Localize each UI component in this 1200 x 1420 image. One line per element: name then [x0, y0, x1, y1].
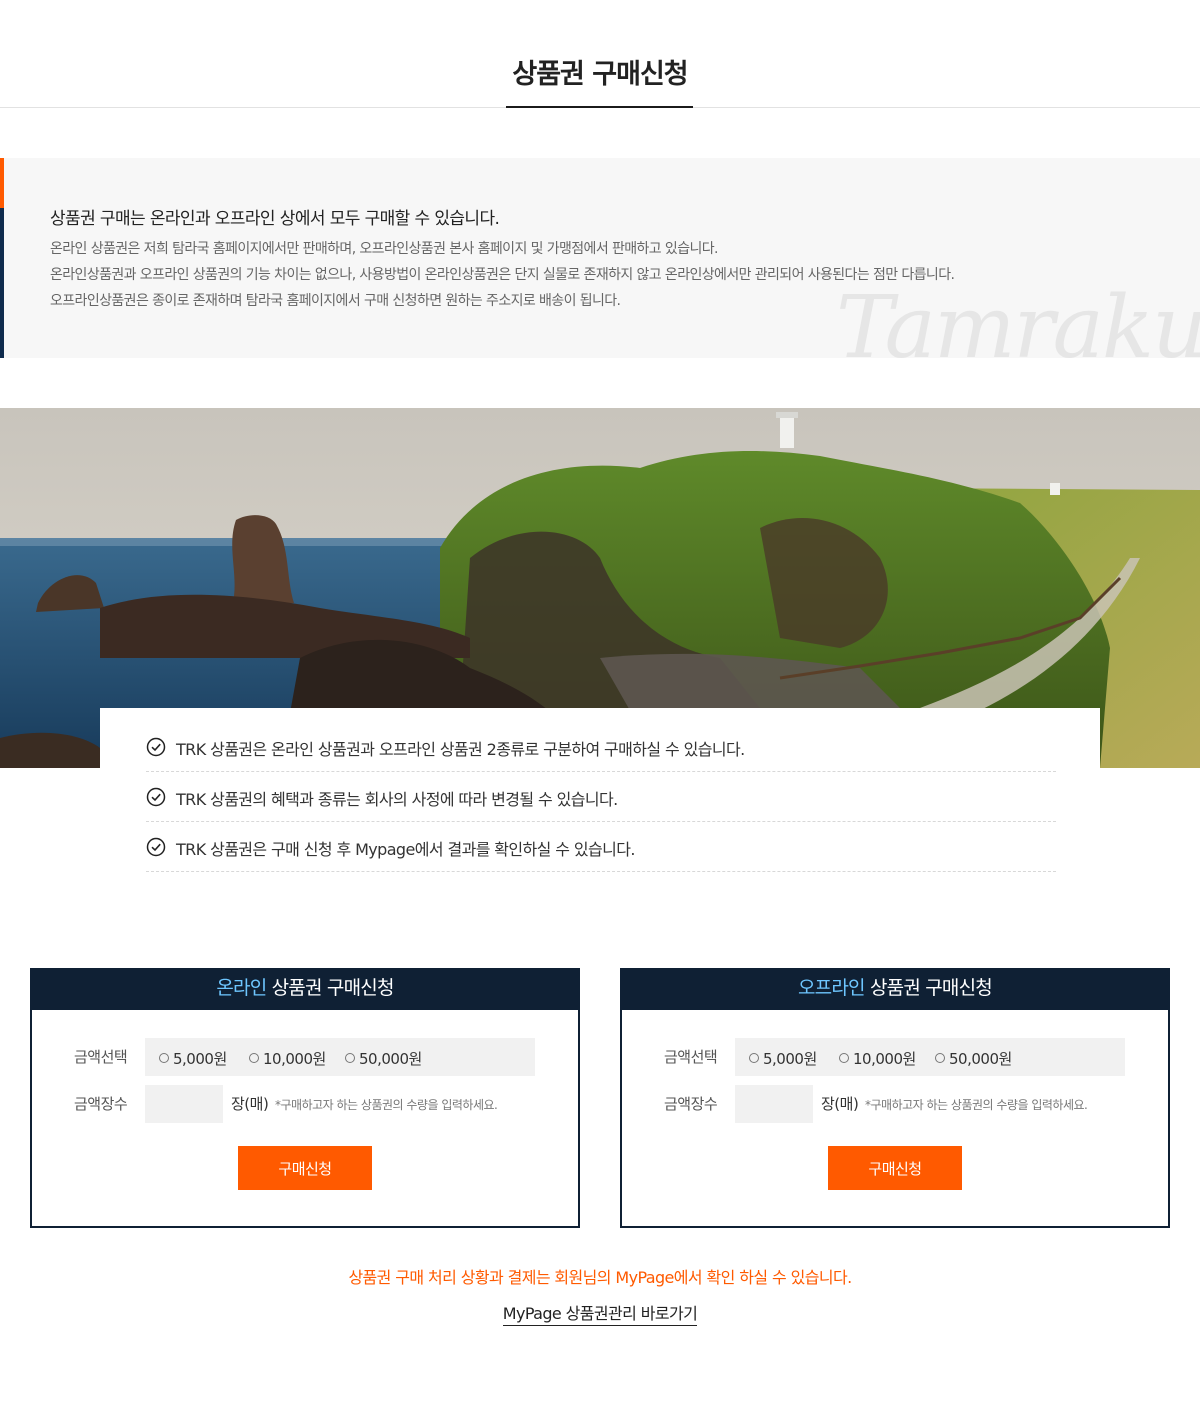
amount-options: 5,000원 10,000원 50,000원	[735, 1038, 1125, 1076]
check-circle-icon	[146, 837, 166, 857]
amount-radio-5000[interactable]: 5,000원	[159, 1048, 227, 1069]
quantity-unit: 장(매)	[821, 1095, 859, 1113]
intro-accent-bar-navy	[0, 208, 4, 358]
notice-item: TRK 상품권은 구매 신청 후 Mypage에서 결과를 확인하실 수 있습니…	[146, 822, 1056, 872]
panel-title-accent: 오프라인	[798, 977, 866, 999]
mypage-notice: 상품권 구매 처리 상황과 결제는 회원님의 MyPage에서 확인 하실 수 …	[348, 1268, 852, 1287]
quantity-label: 금액장수	[74, 1095, 128, 1113]
radio-circle-icon	[749, 1052, 759, 1063]
check-circle-icon	[146, 787, 166, 807]
notice-text: TRK 상품권의 혜택과 종류는 회사의 사정에 따라 변경될 수 있습니다.	[176, 790, 618, 809]
quantity-unit: 장(매)	[231, 1095, 269, 1113]
page-header: 상품권 구매신청	[0, 0, 1200, 108]
amount-radio-5000[interactable]: 5,000원	[749, 1048, 817, 1069]
order-button[interactable]: 구매신청	[828, 1146, 962, 1190]
radio-circle-icon	[839, 1052, 849, 1063]
quantity-hint: *구매하고자 하는 상품권의 수량을 입력하세요.	[275, 1098, 498, 1112]
panel-title-rest: 상품권 구매신청	[864, 977, 993, 999]
radio-circle-icon	[345, 1052, 355, 1063]
amount-radio-10000[interactable]: 10,000원	[839, 1048, 916, 1069]
intro-line: 온라인상품권과 오프라인 상품권의 기능 차이는 없으나, 사용방법이 온라인상…	[50, 267, 955, 283]
amount-select-label: 금액선택	[74, 1048, 128, 1066]
radio-circle-icon	[159, 1052, 169, 1063]
radio-circle-icon	[249, 1052, 259, 1063]
notice-text: TRK 상품권은 온라인 상품권과 오프라인 상품권 2종류로 구분하여 구매하…	[176, 740, 745, 759]
intro-heading: 상품권 구매는 온라인과 오프라인 상에서 모두 구매할 수 있습니다.	[50, 209, 500, 229]
amount-options: 5,000원 10,000원 50,000원	[145, 1038, 535, 1076]
check-circle-icon	[146, 737, 166, 757]
intro-box: Tamrakuk 상품권 구매는 온라인과 오프라인 상에서 모두 구매할 수 …	[0, 158, 1200, 358]
panel-title: 오프라인 상품권 구매신청	[620, 968, 1170, 1010]
online-voucher-panel: 온라인 상품권 구매신청 금액선택 5,000원 10,000원 50,000원…	[30, 968, 580, 1228]
intro-line: 오프라인상품권은 종이로 존재하며 탐라국 홈페이지에서 구매 신청하면 원하는…	[50, 293, 621, 309]
radio-circle-icon	[935, 1052, 945, 1063]
notice-item: TRK 상품권의 혜택과 종류는 회사의 사정에 따라 변경될 수 있습니다.	[146, 772, 1056, 822]
amount-radio-50000[interactable]: 50,000원	[345, 1048, 422, 1069]
notice-item: TRK 상품권은 온라인 상품권과 오프라인 상품권 2종류로 구분하여 구매하…	[146, 722, 1056, 772]
notice-card: TRK 상품권은 온라인 상품권과 오프라인 상품권 2종류로 구분하여 구매하…	[100, 708, 1100, 886]
amount-select-label: 금액선택	[664, 1048, 718, 1066]
quantity-input[interactable]	[145, 1085, 223, 1123]
notice-text: TRK 상품권은 구매 신청 후 Mypage에서 결과를 확인하실 수 있습니…	[176, 840, 635, 859]
panel-title: 온라인 상품권 구매신청	[30, 968, 580, 1010]
title-underline	[506, 106, 693, 108]
intro-accent-bar-orange	[0, 158, 4, 208]
amount-radio-10000[interactable]: 10,000원	[249, 1048, 326, 1069]
panel-title-rest: 상품권 구매신청	[266, 977, 395, 999]
quantity-label: 금액장수	[664, 1095, 718, 1113]
panel-title-accent: 온라인	[216, 977, 267, 999]
mypage-voucher-link[interactable]: MyPage 상품권관리 바로가기	[502, 1304, 698, 1326]
page-title: 상품권 구매신청	[512, 59, 688, 90]
quantity-hint: *구매하고자 하는 상품권의 수량을 입력하세요.	[865, 1098, 1088, 1112]
tamrakuk-watermark: Tamrakuk	[836, 278, 1200, 358]
intro-line: 온라인 상품권은 저희 탐라국 홈페이지에서만 판매하며, 오프라인상품권 본사…	[50, 241, 719, 257]
offline-voucher-panel: 오프라인 상품권 구매신청 금액선택 5,000원 10,000원 50,000…	[620, 968, 1170, 1228]
order-button[interactable]: 구매신청	[238, 1146, 372, 1190]
mypage-link-wrap: MyPage 상품권관리 바로가기	[0, 1300, 1200, 1326]
amount-radio-50000[interactable]: 50,000원	[935, 1048, 1012, 1069]
quantity-input[interactable]	[735, 1085, 813, 1123]
